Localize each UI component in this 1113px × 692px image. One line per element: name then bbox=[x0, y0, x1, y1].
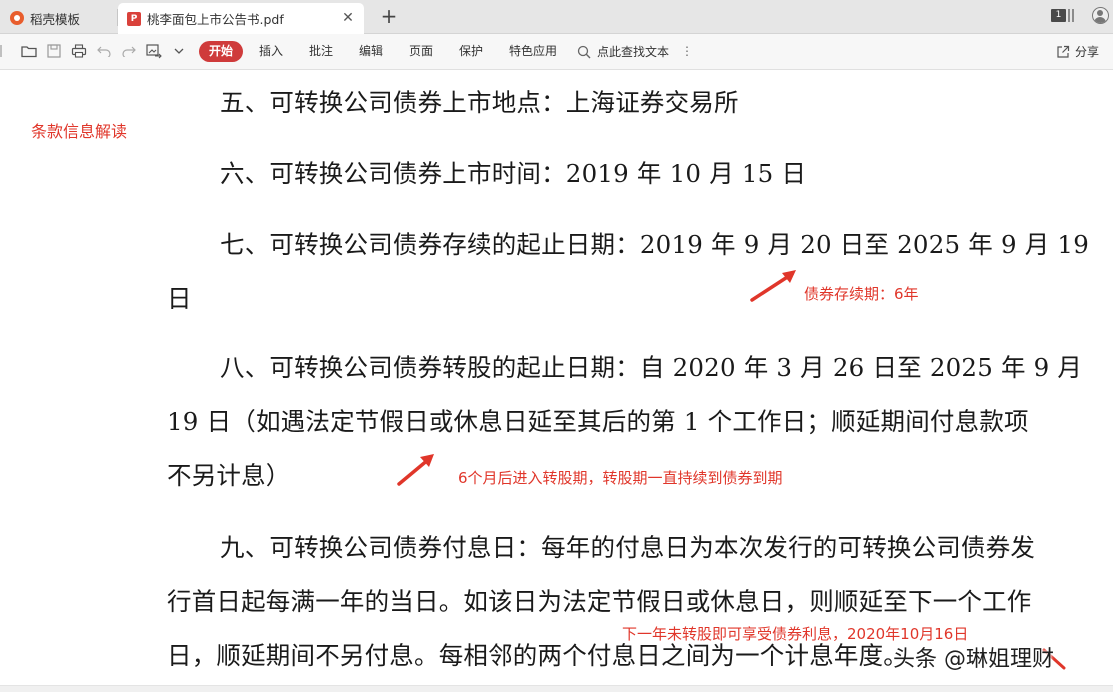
arrow-icon bbox=[750, 270, 796, 302]
save-icon[interactable] bbox=[45, 42, 63, 60]
tab-count-badge[interactable]: 1 bbox=[1051, 9, 1066, 22]
share-label: 分享 bbox=[1075, 45, 1100, 59]
search-placeholder: 点此查找文本 bbox=[597, 45, 670, 59]
menu-comment[interactable]: 批注 bbox=[309, 42, 333, 61]
menu-edit[interactable]: 编辑 bbox=[359, 42, 383, 61]
clause-line: 七、可转换公司债券存续的起止日期：2019 年 9 月 20 日至 2025 年… bbox=[220, 230, 1090, 259]
avatar[interactable] bbox=[1092, 7, 1109, 24]
clause-6: 六、可转换公司债券上市时间：2019 年 10 月 15 日 bbox=[167, 147, 1073, 201]
window-list-icon[interactable] bbox=[1068, 9, 1074, 22]
clause-line: 行首日起每满一年的当日。如该日为法定节假日或休息日，则顺延至下一个工作 bbox=[167, 587, 1032, 616]
print-icon[interactable] bbox=[70, 42, 88, 60]
wps-logo-icon bbox=[10, 11, 24, 25]
share-button[interactable]: 分享 bbox=[1056, 42, 1099, 61]
tab-label: 稻壳模板 bbox=[30, 11, 81, 27]
clause-5: 五、可转换公司债券上市地点：上海证券交易所 bbox=[167, 76, 1073, 130]
toolbar: 开始 插入 批注 编辑 页面 保护 特色应用 点此查找文本 ⋮ 分享 bbox=[0, 34, 1113, 70]
annotation-conversion: 6个月后进入转股期，转股期一直持续到债券到期 bbox=[458, 469, 783, 487]
more-options-icon[interactable]: ⋮ bbox=[681, 42, 693, 61]
redo-icon[interactable] bbox=[120, 42, 138, 60]
export-image-icon[interactable] bbox=[145, 42, 163, 60]
new-tab-button[interactable]: + bbox=[378, 4, 400, 28]
menu-features[interactable]: 特色应用 bbox=[509, 42, 557, 61]
pdf-file-icon: P bbox=[127, 11, 141, 26]
search-input[interactable]: 点此查找文本 bbox=[577, 42, 669, 61]
chevron-down-icon[interactable] bbox=[170, 42, 188, 60]
clause-line: 八、可转换公司债券转股的起止日期：自 2020 年 3 月 26 日至 2025… bbox=[220, 353, 1083, 382]
annotation-duration: 债券存续期：6年 bbox=[804, 285, 919, 303]
menu-page[interactable]: 页面 bbox=[409, 42, 433, 61]
share-icon bbox=[1057, 45, 1070, 58]
tab-pdf-document[interactable]: P 桃李面包上市公告书.pdf ✕ bbox=[118, 3, 364, 34]
search-icon bbox=[577, 45, 591, 58]
clause-line: 日 bbox=[167, 284, 192, 313]
arrow-icon bbox=[397, 454, 434, 486]
menu-insert[interactable]: 插入 bbox=[259, 42, 283, 61]
undo-icon[interactable] bbox=[95, 42, 113, 60]
clause-line: 五、可转换公司债券上市地点：上海证券交易所 bbox=[220, 88, 739, 117]
open-folder-icon[interactable] bbox=[20, 42, 38, 60]
clause-line: 19 日（如遇法定节假日或休息日延至其后的第 1 个工作日；顺延期间付息款项 bbox=[167, 407, 1029, 436]
clause-line: 九、可转换公司债券付息日：每年的付息日为本次发行的可转换公司债券发 bbox=[220, 533, 1036, 562]
document-page: 条款信息解读 五、可转换公司债券上市地点：上海证券交易所 六、可转换公司债券上市… bbox=[0, 70, 1113, 691]
sidebar-note: 条款信息解读 bbox=[31, 122, 128, 141]
clause-line: 六、可转换公司债券上市时间：2019 年 10 月 15 日 bbox=[220, 159, 807, 188]
tab-bar: 稻壳模板 P 桃李面包上市公告书.pdf ✕ + 1 bbox=[0, 0, 1113, 34]
close-icon[interactable]: ✕ bbox=[340, 10, 356, 26]
menu-start[interactable]: 开始 bbox=[199, 41, 243, 62]
watermark: 头条 @琳姐理财 bbox=[893, 647, 1054, 672]
clause-7: 七、可转换公司债券存续的起止日期：2019 年 9 月 20 日至 2025 年… bbox=[167, 218, 1090, 326]
toolbar-edge bbox=[0, 45, 2, 57]
tab-label: 桃李面包上市公告书.pdf bbox=[147, 12, 284, 27]
menu-protect[interactable]: 保护 bbox=[459, 42, 483, 61]
tab-docer-templates[interactable]: 稻壳模板 bbox=[0, 3, 116, 33]
